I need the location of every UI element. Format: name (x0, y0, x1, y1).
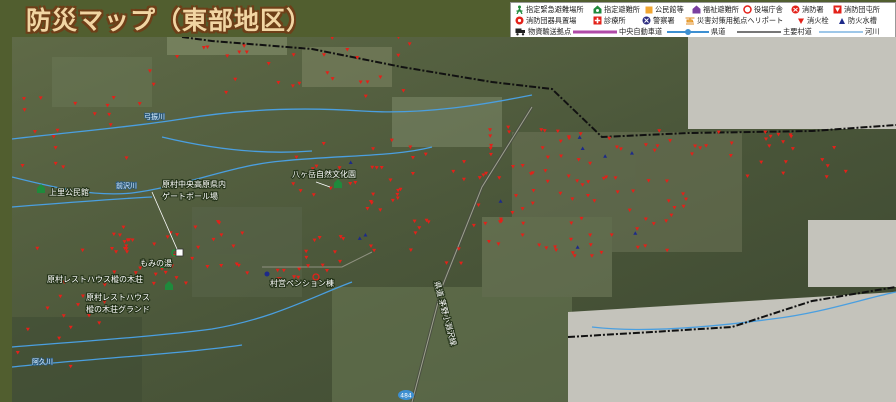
place-label-line2: ゲートボール場 (162, 191, 218, 201)
legend-community-center: 公民館等 (645, 4, 684, 15)
government-office-icon (743, 5, 752, 14)
legend-label: 指定緊急避難場所 (526, 5, 584, 14)
river-label: 弓振川 (144, 112, 165, 121)
legend-label: 公民館等 (655, 5, 684, 14)
river-label: 前沢川 (116, 181, 137, 190)
legend-welfare-shelter: 福祉避難所 (692, 4, 739, 15)
legend-label: 役場庁舎 (754, 5, 783, 14)
outside-area-top-right (688, 37, 896, 129)
legend-heliport: 災害対策用拠点ヘリポート (685, 15, 783, 26)
heliport-icon (685, 17, 695, 25)
place-label-line2: 樅の木荘グランド (86, 304, 150, 314)
legend-fire-hydrant: 消火栓 (797, 15, 829, 26)
map-canvas: 上里公民館 原村中央高原県内 ゲートボール場 もみの湯 原村レストハウス樅の木荘… (12, 37, 896, 402)
expressway-line (573, 30, 617, 33)
fire-station-icon (791, 5, 800, 14)
legend-prefectural-road: 県道 (667, 26, 725, 37)
legend-fire-brigade-shed: 消防団屯所 (833, 4, 880, 15)
legend-label: 物資輸送拠点 (528, 27, 572, 36)
legend-label: 河川 (865, 27, 880, 36)
heliport-icon[interactable] (175, 248, 184, 257)
evacuation-area-icon (516, 5, 523, 14)
fire-brigade-shed-icon (833, 5, 842, 14)
map-legend: 指定緊急避難場所 指定避難所 公民館等 福祉避難所 役場庁舎 消防署 消防団屯所 (510, 2, 896, 40)
legend-clinic: 診療所 (593, 15, 626, 26)
legend-label: 消防団器具置場 (526, 16, 577, 25)
legend-label: 消防団屯所 (844, 5, 880, 14)
legend-expressway: 中央自動車道 (573, 26, 662, 37)
fire-cistern-icon[interactable] (264, 271, 270, 277)
legend-label: 消火栓 (807, 16, 829, 25)
outside-area-right (808, 220, 896, 287)
prefectural-road-line (667, 28, 709, 35)
legend-fire-station: 消防署 (791, 4, 824, 15)
police-icon (642, 16, 651, 25)
legend-label: 主要村道 (783, 27, 812, 36)
aerial-map[interactable]: 上里公民館 原村中央高原県内 ゲートボール場 もみの湯 原村レストハウス樅の木荘… (12, 37, 896, 402)
fire-cistern-icon (839, 17, 845, 24)
legend-supply-depot: 物資輸送拠点 (515, 26, 571, 37)
legend-label: 災害対策用拠点ヘリポート (697, 16, 784, 25)
legend-police: 警察署 (642, 15, 675, 26)
legend-fire-brigade-equipment: 消防団器具置場 (515, 15, 576, 26)
place-label-line1: 原村中央高原県内 (162, 179, 226, 189)
legend-main-road: 主要村道 (737, 26, 812, 37)
fire-hydrant-icon (798, 18, 804, 24)
map-title: 防災マップ（東部地区） (26, 6, 313, 35)
evacuation-shelter-icon (593, 5, 602, 14)
legend-label: 中央自動車道 (619, 27, 663, 36)
place-label: 上里公民館 (49, 187, 89, 197)
legend-river: 河川 (819, 26, 879, 37)
place-label: もみの湯 (140, 258, 172, 268)
legend-label: 福祉避難所 (703, 5, 739, 14)
welfare-shelter-icon (692, 5, 701, 14)
main-road-line (737, 30, 781, 33)
legend-fire-cistern: 防火水槽 (838, 15, 877, 26)
legend-label: 警察署 (653, 16, 675, 25)
river-line (819, 31, 863, 32)
river-label: 阿久川 (32, 357, 53, 366)
route-number: 484 (400, 393, 412, 400)
legend-label: 県道 (711, 27, 726, 36)
place-label: 原村レストハウス樅の木荘 (47, 274, 143, 284)
fire-brigade-equipment-icon (515, 16, 524, 25)
place-label-line1: 原村レストハウス (86, 292, 150, 302)
legend-evacuation-area: 指定緊急避難場所 (515, 4, 584, 15)
legend-label: 消防署 (802, 5, 824, 14)
legend-label: 指定避難所 (604, 5, 640, 14)
community-center-icon (645, 6, 653, 13)
place-label: 村営ペンション棟 (270, 278, 334, 288)
route-shield: 484 (398, 390, 414, 400)
legend-government-office: 役場庁舎 (743, 4, 783, 15)
legend-label: 診療所 (604, 16, 626, 25)
legend-evacuation-shelter: 指定避難所 (593, 4, 640, 15)
clinic-icon (593, 16, 602, 25)
place-label: 八ヶ岳自然文化園 (292, 169, 356, 179)
legend-label: 防火水槽 (848, 16, 877, 25)
supply-depot-icon (515, 28, 525, 36)
